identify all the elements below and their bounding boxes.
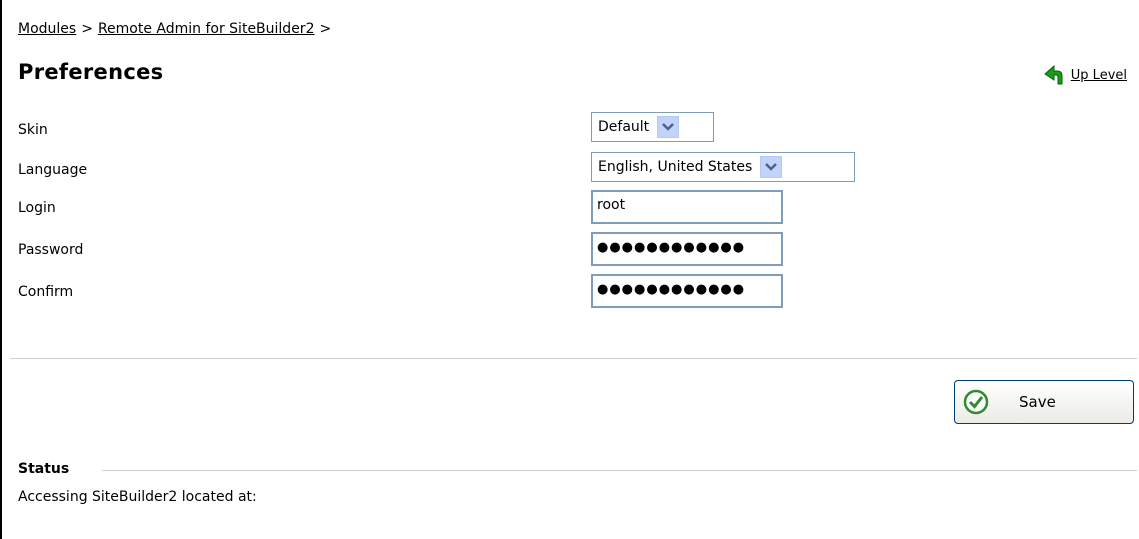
skin-label: Skin (18, 122, 48, 138)
checkmark-icon (963, 389, 989, 415)
password-input[interactable]: ●●●●●●●●●●●● (591, 232, 783, 266)
login-label: Login (18, 200, 56, 216)
language-row: Language English, United States (18, 152, 1128, 192)
language-select-value: English, United States (598, 159, 753, 175)
divider (10, 358, 1137, 359)
breadcrumb-separator: > (81, 21, 93, 37)
chevron-down-icon[interactable] (657, 116, 680, 138)
password-label: Password (18, 242, 84, 258)
skin-select-value: Default (598, 119, 650, 135)
save-button[interactable]: Save (954, 380, 1134, 424)
chevron-down-icon[interactable] (760, 156, 783, 178)
breadcrumb-modules-link[interactable]: Modules (18, 21, 76, 37)
login-input[interactable]: root (591, 190, 783, 224)
language-select[interactable]: English, United States (591, 152, 855, 182)
language-label: Language (18, 162, 88, 178)
skin-select[interactable]: Default (591, 112, 714, 142)
skin-row: Skin Default (18, 112, 1128, 152)
status-heading: Status (18, 461, 70, 477)
up-level-label: Up Level (1070, 67, 1127, 83)
status-text: Accessing SiteBuilder2 located at: (18, 489, 257, 505)
breadcrumb: Modules > Remote Admin for SiteBuilder2 > (18, 21, 336, 37)
confirm-label: Confirm (18, 284, 74, 300)
main-panel: Modules > Remote Admin for SiteBuilder2 > P… (0, 0, 1137, 539)
confirm-password-input[interactable]: ●●●●●●●●●●●● (591, 274, 783, 308)
login-row: Login root (18, 190, 1128, 230)
breadcrumb-remote-admin-link[interactable]: Remote Admin for SiteBuilder2 (98, 21, 315, 37)
confirm-row: Confirm ●●●●●●●●●●●● (18, 274, 1128, 314)
status-divider (102, 470, 1137, 471)
up-arrow-icon (1043, 64, 1063, 85)
breadcrumb-separator: > (319, 21, 332, 37)
page-title: Preferences (18, 60, 164, 84)
password-row: Password ●●●●●●●●●●●● (18, 232, 1128, 272)
up-level-link[interactable]: Up Level (1043, 64, 1127, 86)
save-button-label: Save (1019, 393, 1056, 411)
